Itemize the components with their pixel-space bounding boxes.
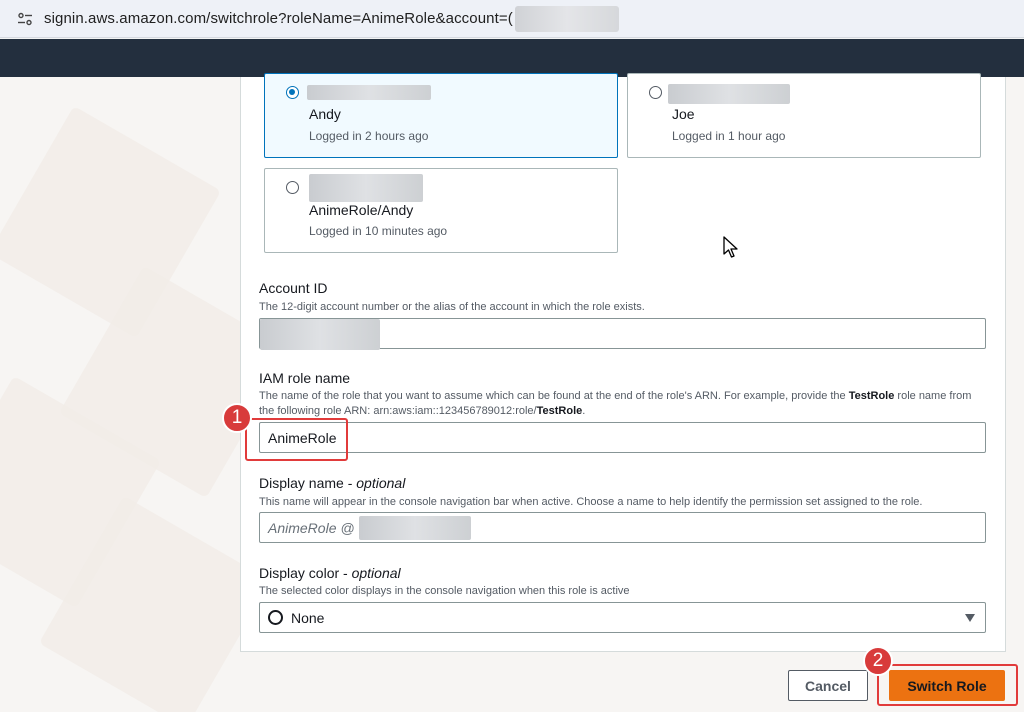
label-optional: optional: [356, 475, 406, 491]
display-name-description: This name will appear in the console nav…: [259, 496, 923, 508]
console-nav-bar: [0, 39, 1024, 77]
role-radio-andy[interactable]: [286, 86, 299, 99]
label-text: Display name -: [259, 475, 357, 491]
role-card-animerole-andy[interactable]: AnimeRole/Andy Logged in 10 minutes ago: [264, 168, 618, 253]
display-color-description: The selected color displays in the conso…: [259, 585, 630, 597]
redacted-account-blur: [668, 84, 790, 104]
annotation-badge-2: 2: [863, 646, 893, 676]
label-optional: optional: [351, 565, 401, 581]
iam-role-name-input[interactable]: AnimeRole: [259, 422, 986, 453]
display-name-label: Display name - optional: [259, 475, 405, 491]
role-card-joe[interactable]: Joe Logged in 1 hour ago: [627, 73, 981, 158]
role-name: Joe: [672, 106, 695, 122]
annotation-badge-1: 1: [222, 403, 252, 433]
desc-text: .: [582, 405, 586, 417]
redacted-account-blur: [309, 174, 423, 202]
iam-role-name-label: IAM role name: [259, 370, 351, 386]
desc-text: The name of the role that you want to as…: [259, 390, 849, 402]
role-login-time: Logged in 2 hours ago: [309, 129, 429, 143]
redacted-account-blur: [514, 5, 619, 32]
url-text[interactable]: signin.aws.amazon.com/switchrole?roleNam…: [44, 10, 513, 27]
label-text: Display color -: [259, 565, 352, 581]
site-settings-icon[interactable]: [16, 10, 34, 28]
role-name: AnimeRole/Andy: [309, 202, 414, 218]
cancel-button[interactable]: Cancel: [788, 670, 868, 701]
iam-role-name-description: The name of the role that you want to as…: [259, 389, 989, 419]
role-radio-joe[interactable]: [649, 86, 662, 99]
display-color-value: None: [291, 609, 325, 626]
mouse-cursor-icon: [723, 236, 738, 258]
redacted-account-blur: [307, 85, 431, 100]
browser-url-bar[interactable]: signin.aws.amazon.com/switchrole?roleNam…: [0, 0, 1024, 38]
role-login-time: Logged in 10 minutes ago: [309, 224, 448, 238]
annotation-highlight-2: [877, 664, 1018, 706]
display-color-label: Display color - optional: [259, 565, 401, 581]
annotation-highlight-1: [245, 418, 348, 461]
color-swatch-icon: [268, 610, 283, 625]
dropdown-caret-icon: [965, 614, 975, 622]
desc-bold: TestRole: [536, 405, 583, 417]
redacted-account-blur: [260, 319, 380, 350]
redacted-account-blur: [358, 515, 471, 540]
role-card-andy[interactable]: Andy Logged in 2 hours ago: [264, 73, 618, 158]
role-name: Andy: [309, 106, 341, 122]
role-login-time: Logged in 1 hour ago: [672, 129, 786, 143]
account-id-label: Account ID: [259, 280, 328, 296]
display-color-select[interactable]: None: [259, 602, 986, 633]
account-id-input[interactable]: [259, 318, 986, 350]
desc-bold: TestRole: [848, 390, 895, 402]
role-radio-animerole-andy[interactable]: [286, 181, 299, 194]
display-name-input[interactable]: AnimeRole @: [259, 512, 986, 543]
account-id-description: The 12-digit account number or the alias…: [259, 301, 645, 313]
display-name-placeholder: AnimeRole @: [268, 519, 355, 536]
